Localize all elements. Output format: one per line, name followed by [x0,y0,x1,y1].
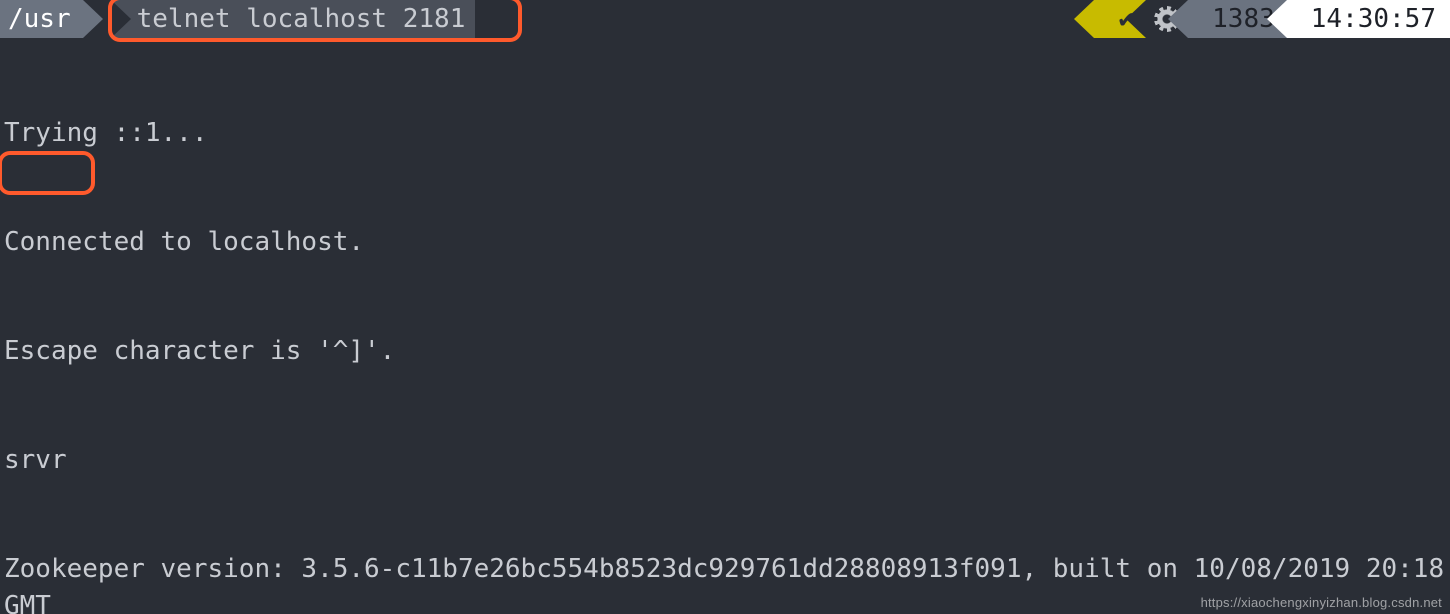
clock-segment: 14:30:57 [1287,0,1450,38]
output-line: Trying ::1... [4,115,1446,151]
history-number: 1383 [1212,1,1275,37]
cwd-text: /usr [8,1,71,37]
cwd-segment: /usr [0,0,83,38]
statusbar-spacer [475,0,1094,38]
shell-status-bar: /usr telnet localhost 2181 ✔ 1383 14:30:… [0,0,1450,38]
command-text: telnet localhost 2181 [137,1,466,37]
output-line: Connected to localhost. [4,224,1446,260]
watermark-text: https://xiaochengxinyizhan.blog.csdn.net [1201,594,1442,612]
status-right-cluster: ✔ 1383 14:30:57 [1094,0,1450,38]
clock-text: 14:30:57 [1311,1,1436,37]
output-line: Escape character is '^]'. [4,333,1446,369]
segment-gap [83,0,111,38]
command-segment[interactable]: telnet localhost 2181 [111,0,476,38]
output-line: srvr [4,442,1446,478]
terminal-output[interactable]: Trying ::1... Connected to localhost. Es… [0,38,1450,614]
